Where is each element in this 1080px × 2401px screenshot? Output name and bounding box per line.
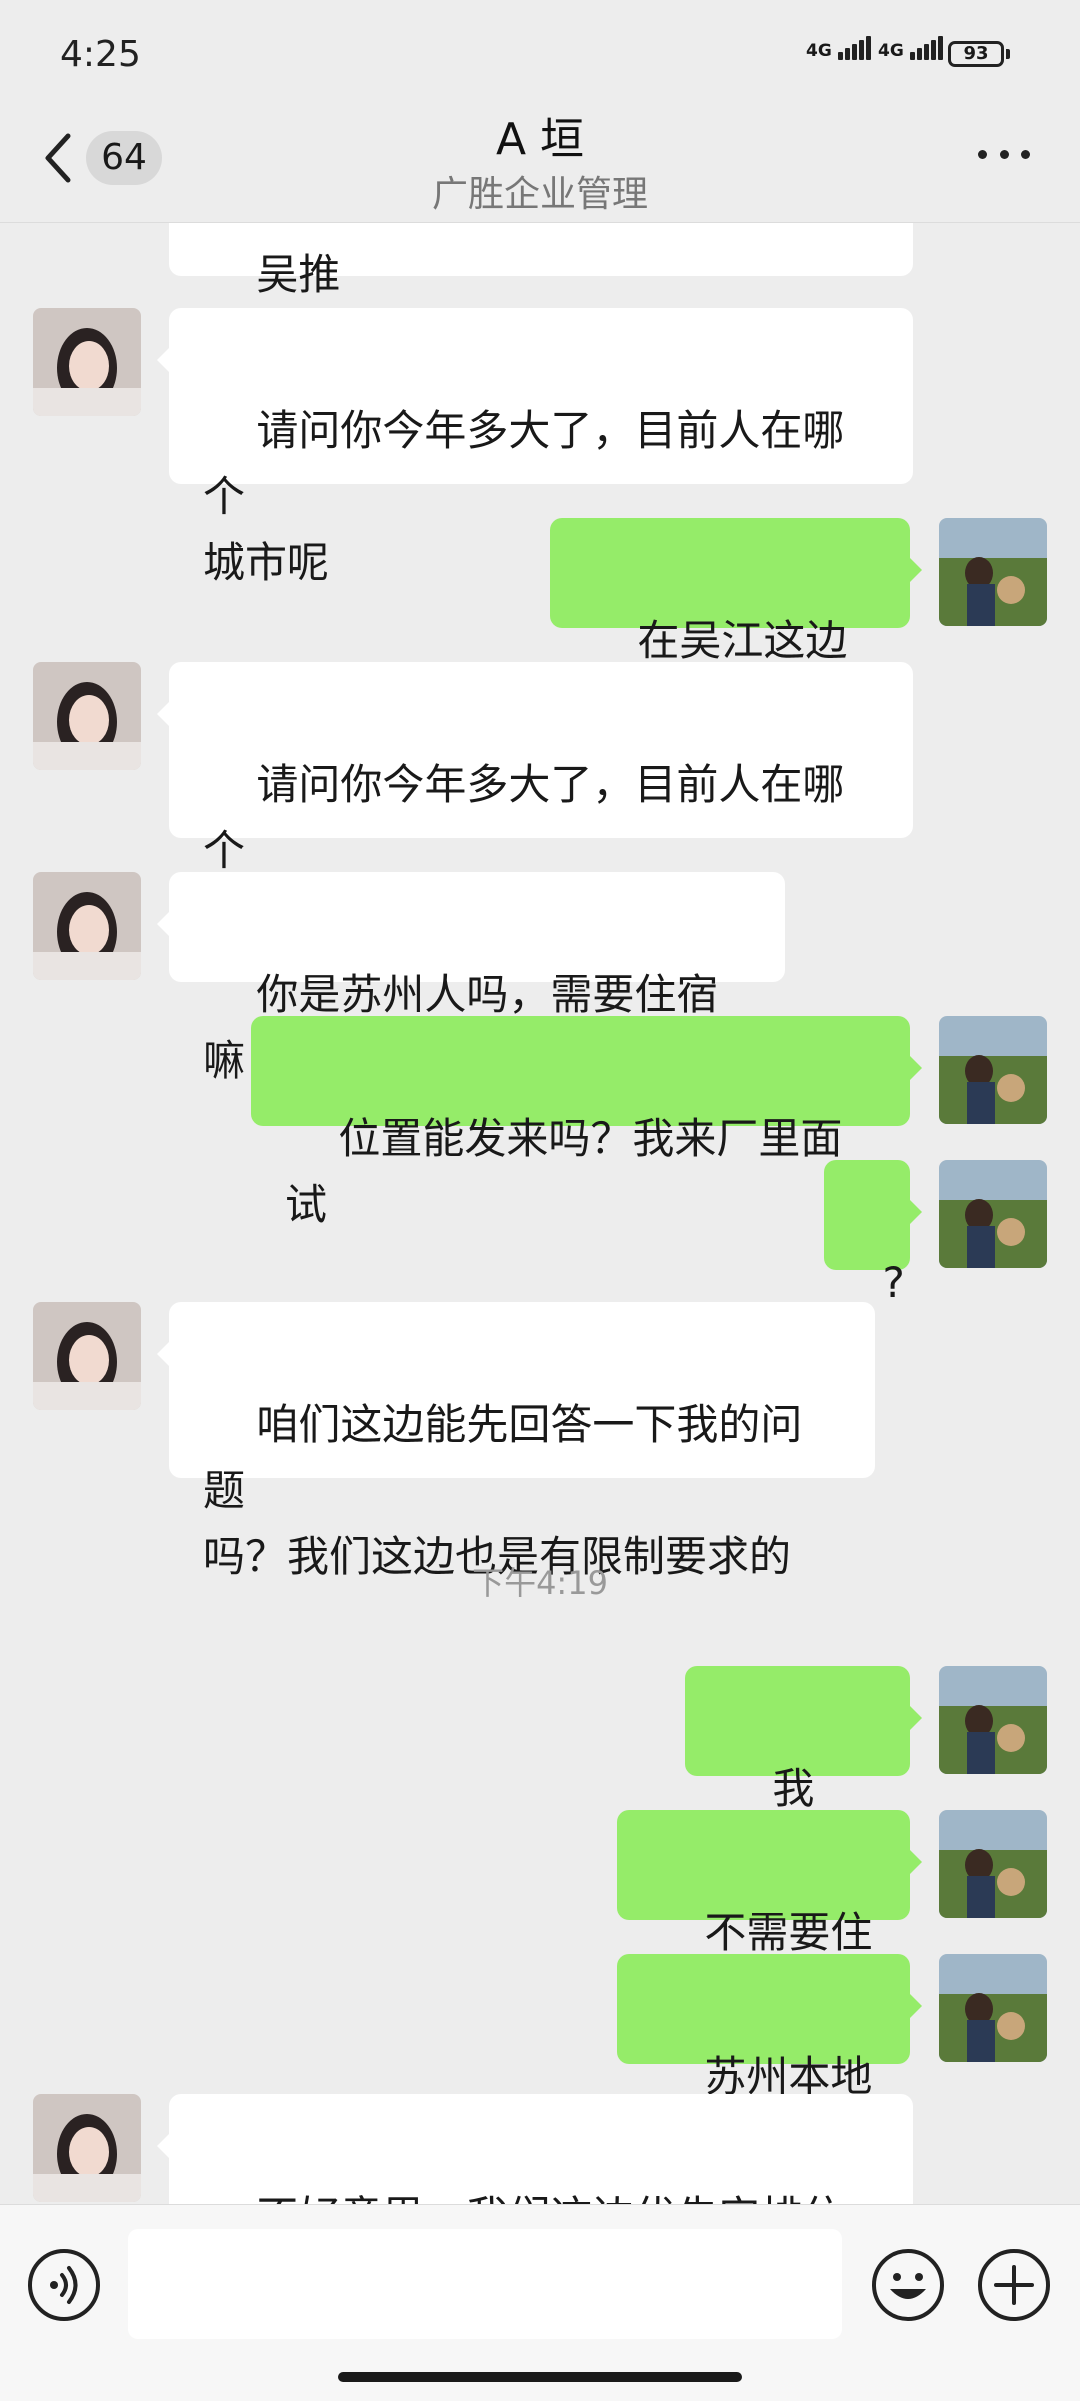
outgoing-message[interactable]: 我 25 岁 (685, 1666, 922, 1879)
outgoing-message[interactable]: 苏州本地人 (617, 1954, 922, 2167)
contact-name: A 垣 (495, 114, 585, 165)
contact-avatar[interactable] (33, 1302, 141, 1410)
user-avatar[interactable] (939, 518, 1047, 626)
contact-avatar[interactable] (33, 2094, 141, 2202)
battery-level: 93 (963, 43, 989, 64)
plus-icon[interactable] (976, 2247, 1052, 2323)
outgoing-message[interactable]: ? (824, 1160, 922, 1307)
message-text: 吴推 (256, 250, 341, 299)
incoming-message[interactable]: 请问你今年多大了，目前人在哪个 城市呢 (157, 662, 913, 941)
battery-icon: 93 (948, 41, 1004, 67)
signal-icon-2: 4G (878, 36, 943, 60)
outgoing-message[interactable]: 在吴江这边吗? (550, 518, 922, 731)
incoming-message[interactable]: 咱们这边能先回答一下我的问题 吗？我们这边也是有限制要求的 (157, 1302, 875, 1581)
message-input[interactable] (128, 2229, 842, 2339)
message-text: ? (882, 1258, 905, 1307)
user-avatar[interactable] (939, 1954, 1047, 2062)
message-text: 位置能发来吗？我来厂里面试 (285, 1114, 843, 1229)
contact-avatar[interactable] (33, 308, 141, 416)
incoming-message[interactable]: 请问你今年多大了，目前人在哪个 城市呢 (157, 308, 913, 587)
message-text: 咱们这边能先回答一下我的问题 吗？我们这边也是有限制要求的 (203, 1400, 803, 1581)
battery-cap (1006, 49, 1010, 59)
unread-count-badge[interactable]: 64 (86, 131, 162, 185)
status-time: 4:25 (60, 34, 141, 75)
user-avatar[interactable] (939, 1666, 1047, 1774)
message-text: 不好意思，我们这边优先安排住宿 的，因为现在学生正是假下已上就 (203, 2192, 844, 2204)
outgoing-message[interactable]: 位置能发来吗？我来厂里面试 (251, 1016, 922, 1229)
contact-avatar[interactable] (33, 872, 141, 980)
incoming-message[interactable]: 不好意思，我们这边优先安排住宿 的，因为现在学生正是假下已上就 (157, 2094, 913, 2204)
chevron-left-icon[interactable] (40, 128, 80, 188)
emoji-icon[interactable] (870, 2247, 946, 2323)
outgoing-message[interactable]: 不需要住宿 (617, 1810, 922, 2023)
contact-avatar[interactable] (33, 662, 141, 770)
message-list[interactable]: 吴推 请问你今年多大了，目前人在哪个 城市呢 在吴江这边吗? 请问你今年多大了，… (0, 222, 1080, 2204)
user-avatar[interactable] (939, 1810, 1047, 1918)
user-avatar[interactable] (939, 1016, 1047, 1124)
user-avatar[interactable] (939, 1160, 1047, 1268)
home-indicator[interactable] (338, 2372, 742, 2382)
incoming-message[interactable]: 你是苏州人吗，需要住宿嘛 (157, 872, 785, 1085)
chat-header: A 垣 广胜企业管理 64 (0, 110, 1080, 223)
voice-icon[interactable] (26, 2247, 102, 2323)
message-timestamp: 下午4:19 (472, 1564, 608, 1602)
contact-company: 广胜企业管理 (431, 174, 648, 215)
more-icon[interactable] (978, 150, 1030, 164)
signal-icon: 4G (806, 36, 871, 60)
status-bar: 4:25 4G 4G 93 (0, 0, 1080, 110)
incoming-message[interactable]: 吴推 (169, 222, 913, 299)
